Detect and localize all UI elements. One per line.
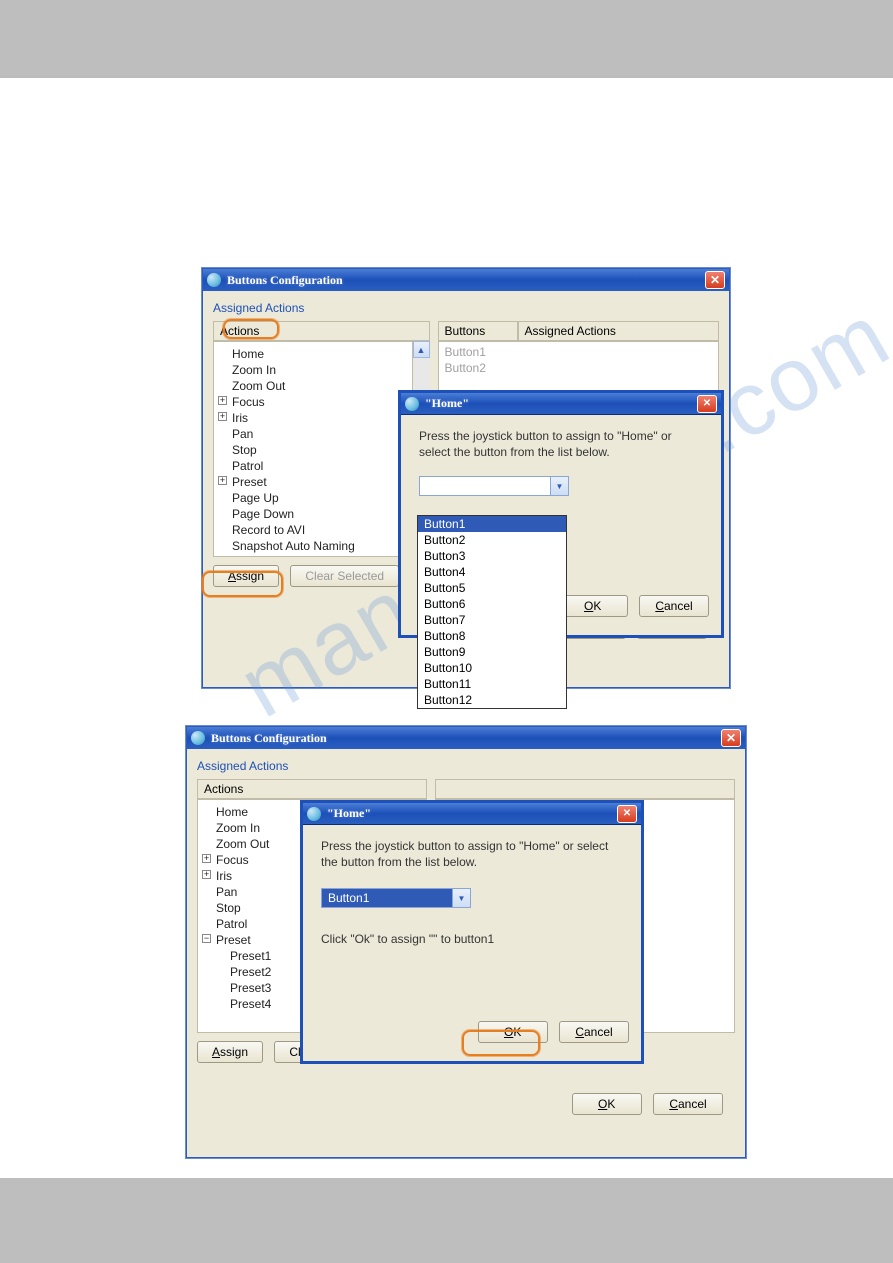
expand-icon[interactable]: + — [202, 854, 211, 863]
home-assign-modal-1: "Home" ✕ Press the joystick button to as… — [398, 390, 724, 638]
window-gem-icon — [307, 807, 321, 821]
combo-dropdown[interactable]: Button1 Button2 Button3 Button4 Button5 … — [417, 515, 567, 709]
assign-label: ssign — [236, 569, 264, 583]
expand-icon[interactable]: + — [218, 412, 227, 421]
group-label: Assigned Actions — [213, 301, 719, 315]
tree-label: Iris — [216, 869, 232, 883]
list-item[interactable]: Button1 — [439, 344, 718, 360]
tree-label: Focus — [216, 853, 249, 867]
titlebar[interactable]: "Home" ✕ — [401, 393, 721, 415]
page-footer-bar — [0, 1178, 893, 1263]
combo-item[interactable]: Button8 — [418, 628, 566, 644]
combo-item[interactable]: Button10 — [418, 660, 566, 676]
tree-item[interactable]: Zoom In — [214, 362, 412, 378]
combo-item[interactable]: Button3 — [418, 548, 566, 564]
tree-item[interactable]: Pan — [214, 426, 412, 442]
chevron-down-icon[interactable]: ▼ — [452, 889, 470, 907]
combo-item[interactable]: Button7 — [418, 612, 566, 628]
tree-item[interactable]: Snapshot Auto Naming — [214, 538, 412, 554]
tree-item[interactable]: Stop — [214, 442, 412, 458]
combo-item[interactable]: Button1 — [418, 516, 566, 532]
tree-item[interactable]: Page Up — [214, 490, 412, 506]
cancel-button[interactable]: Cancel — [559, 1021, 629, 1043]
close-icon[interactable]: ✕ — [721, 729, 741, 747]
window-gem-icon — [405, 397, 419, 411]
tree-label: Preset — [232, 475, 267, 489]
scroll-up-icon[interactable]: ▲ — [413, 341, 430, 358]
cancel-button[interactable]: Cancel — [653, 1093, 723, 1115]
assign-button[interactable]: Assign — [197, 1041, 263, 1063]
close-icon[interactable]: ✕ — [705, 271, 725, 289]
home-assign-modal-2: "Home" ✕ Press the joystick button to as… — [300, 800, 644, 1064]
combo-item[interactable]: Button9 — [418, 644, 566, 660]
titlebar[interactable]: Buttons Configuration ✕ — [187, 727, 745, 749]
ok-button[interactable]: OK — [478, 1021, 548, 1043]
close-icon[interactable]: ✕ — [697, 395, 717, 413]
tree-item[interactable]: Record to AVI — [214, 522, 412, 538]
button-combo[interactable]: Button1 ▼ — [321, 888, 471, 908]
clear-selected-button[interactable]: Clear Selected — [290, 565, 399, 587]
tree-label: Preset — [216, 933, 251, 947]
actions-header: Actions — [213, 321, 430, 341]
combo-value: Button1 — [322, 889, 452, 907]
modal-prompt: Press the joystick button to assign to "… — [321, 839, 623, 870]
page-header-bar — [0, 0, 893, 78]
titlebar[interactable]: Buttons Configuration ✕ — [203, 269, 729, 291]
tree-item[interactable]: + Iris — [214, 410, 412, 426]
assigned-actions-header: Assigned Actions — [518, 321, 719, 341]
combo-item[interactable]: Button4 — [418, 564, 566, 580]
assign-button[interactable]: Assign — [213, 565, 279, 587]
button-combo[interactable]: ▼ — [419, 476, 569, 496]
window-gem-icon — [207, 273, 221, 287]
combo-item[interactable]: Button2 — [418, 532, 566, 548]
tree-item[interactable]: Zoom Out — [214, 378, 412, 394]
tree-item[interactable]: Patrol — [214, 458, 412, 474]
modal-prompt: Press the joystick button to assign to "… — [419, 429, 703, 460]
tree-label: Iris — [232, 411, 248, 425]
combo-item[interactable]: Button11 — [418, 676, 566, 692]
close-icon[interactable]: ✕ — [617, 805, 637, 823]
window-gem-icon — [191, 731, 205, 745]
list-item[interactable]: Button2 — [439, 360, 718, 376]
combo-value — [420, 477, 550, 495]
chevron-down-icon[interactable]: ▼ — [550, 477, 568, 495]
tree-item-home[interactable]: Home — [214, 346, 412, 362]
combo-item[interactable]: Button5 — [418, 580, 566, 596]
window-title: Buttons Configuration — [227, 273, 705, 288]
actions-tree[interactable]: Home Zoom In Zoom Out + Focus + Iris Pan S… — [213, 341, 413, 557]
window-title: Buttons Configuration — [211, 731, 721, 746]
combo-item[interactable]: Button12 — [418, 692, 566, 708]
group-label: Assigned Actions — [197, 759, 735, 773]
combo-item[interactable]: Button6 — [418, 596, 566, 612]
expand-icon[interactable]: + — [218, 396, 227, 405]
tree-item[interactable]: + Focus — [214, 394, 412, 410]
ok-button[interactable]: OK — [558, 595, 628, 617]
collapse-icon[interactable]: − — [202, 934, 211, 943]
right-header — [435, 779, 735, 799]
actions-header: Actions — [197, 779, 427, 799]
ok-button[interactable]: OK — [572, 1093, 642, 1115]
cancel-button[interactable]: Cancel — [639, 595, 709, 617]
titlebar[interactable]: "Home" ✕ — [303, 803, 641, 825]
tree-item[interactable]: + Preset — [214, 474, 412, 490]
buttons-header: Buttons — [438, 321, 518, 341]
expand-icon[interactable]: + — [218, 476, 227, 485]
expand-icon[interactable]: + — [202, 870, 211, 879]
tree-item[interactable]: Page Down — [214, 506, 412, 522]
tree-label: Focus — [232, 395, 265, 409]
modal-title: "Home" — [425, 396, 697, 411]
confirm-message: Click "Ok" to assign "" to button1 — [321, 932, 623, 948]
modal-title: "Home" — [327, 806, 617, 821]
